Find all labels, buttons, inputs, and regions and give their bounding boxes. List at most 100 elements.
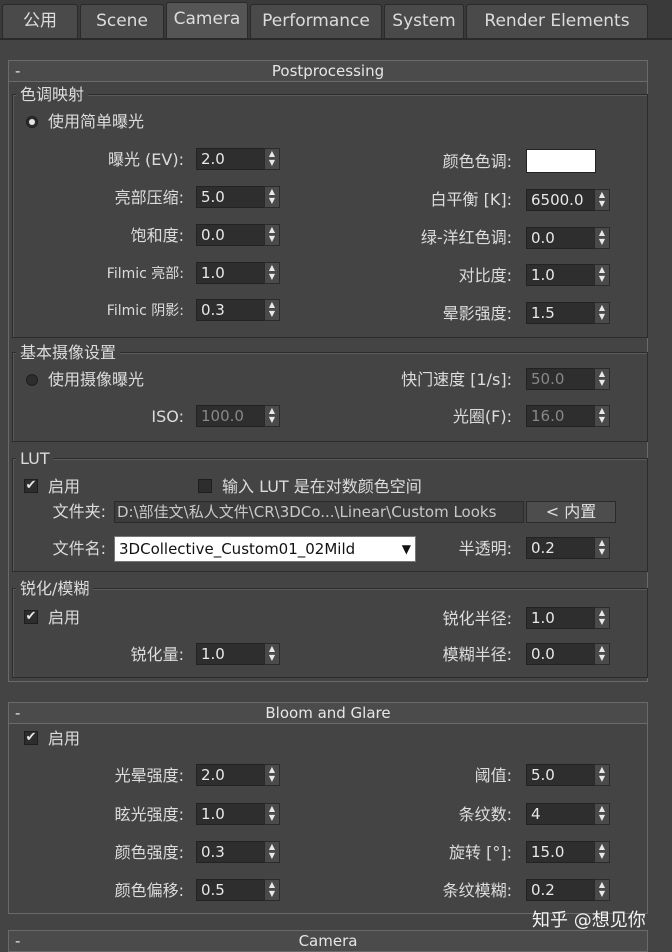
threshold-spinner[interactable]: 5.0 ▲ ▼ xyxy=(526,764,612,786)
exposure-spinner[interactable]: 2.0 ▲ ▼ xyxy=(196,148,282,170)
spinner-value[interactable]: 1.0 xyxy=(196,643,264,665)
spinner-arrows-icon[interactable]: ▲ ▼ xyxy=(594,841,610,863)
spinner-arrows-icon[interactable]: ▲ ▼ xyxy=(594,607,610,629)
spinner-arrows-icon[interactable]: ▲ ▼ xyxy=(594,264,610,286)
spinner-value[interactable]: 1.0 xyxy=(196,803,264,825)
iso-spinner[interactable]: 100.0 ▲ ▼ xyxy=(196,405,282,427)
sharpen-radius-spinner[interactable]: 1.0 ▲ ▼ xyxy=(526,607,612,629)
color-intensity-spinner[interactable]: 0.3 ▲ ▼ xyxy=(196,841,282,863)
bloom-enable-checkbox[interactable]: ✔ xyxy=(24,731,38,745)
spinner-arrows-icon[interactable]: ▲ ▼ xyxy=(594,405,610,427)
aperture-spinner[interactable]: 16.0 ▲ ▼ xyxy=(526,405,612,427)
highlight-compression-label: 亮部压缩: xyxy=(114,188,184,207)
lut-folder-path-field[interactable]: D:\部佳文\私人文件\CR\3DCo...\Linear\Custom Loo… xyxy=(114,501,524,523)
bloom-intensity-spinner[interactable]: 2.0 ▲ ▼ xyxy=(196,764,282,786)
filmic-highlights-spinner[interactable]: 1.0 ▲ ▼ xyxy=(196,262,282,284)
group-title-tone-mapping: 色调映射 xyxy=(16,86,89,104)
vignetting-spinner[interactable]: 1.5 ▲ ▼ xyxy=(526,302,612,324)
dropdown-value: 3DCollective_Custom01_02Mild xyxy=(119,540,356,558)
spinner-arrows-icon[interactable]: ▲ ▼ xyxy=(264,803,280,825)
spinner-value[interactable]: 0.0 xyxy=(196,224,264,246)
spinner-arrows-icon[interactable]: ▲ ▼ xyxy=(594,302,610,324)
sharpen-enable-label: 启用 xyxy=(48,608,81,627)
sharpen-enable-checkbox[interactable]: ✔ xyxy=(24,610,38,624)
sharpen-amount-spinner[interactable]: 1.0 ▲ ▼ xyxy=(196,643,282,665)
white-balance-spinner[interactable]: 6500.0 ▲ ▼ xyxy=(526,189,612,211)
shutter-speed-spinner[interactable]: 50.0 ▲ ▼ xyxy=(526,368,612,390)
rollout-camera-header[interactable]: - Camera xyxy=(8,930,648,952)
spinner-value[interactable]: 0.2 xyxy=(526,879,594,901)
streaks-spinner[interactable]: 4 ▲ ▼ xyxy=(526,803,612,825)
spinner-arrows-icon[interactable]: ▲ ▼ xyxy=(264,224,280,246)
spinner-arrows-icon[interactable]: ▲ ▼ xyxy=(264,262,280,284)
simple-exposure-radio[interactable] xyxy=(26,116,38,128)
lut-builtin-button[interactable]: < 内置 xyxy=(526,501,616,523)
spinner-arrows-icon[interactable]: ▲ ▼ xyxy=(594,189,610,211)
spinner-arrows-icon[interactable]: ▲ ▼ xyxy=(594,227,610,249)
color-tint-label: 颜色色调: xyxy=(442,152,512,171)
spinner-value[interactable]: 5.0 xyxy=(526,764,594,786)
spinner-value[interactable]: 100.0 xyxy=(196,405,264,427)
tab-divider xyxy=(0,38,672,40)
rollout-postprocessing-header[interactable]: - Postprocessing xyxy=(8,60,648,82)
lut-opacity-spinner[interactable]: 0.2 ▲ ▼ xyxy=(526,537,612,559)
rotation-spinner[interactable]: 15.0 ▲ ▼ xyxy=(526,841,612,863)
spinner-value[interactable]: 2.0 xyxy=(196,148,264,170)
lut-filename-dropdown[interactable]: 3DCollective_Custom01_02Mild ▼ xyxy=(114,536,416,562)
tab-camera[interactable]: Camera xyxy=(166,2,248,40)
green-magenta-spinner[interactable]: 0.0 ▲ ▼ xyxy=(526,227,612,249)
spinner-value[interactable]: 50.0 xyxy=(526,368,594,390)
rollout-bloom-header[interactable]: - Bloom and Glare xyxy=(8,702,648,724)
highlight-compression-spinner[interactable]: 5.0 ▲ ▼ xyxy=(196,186,282,208)
tab-render-elements[interactable]: Render Elements xyxy=(466,4,648,38)
spinner-value[interactable]: 6500.0 xyxy=(526,189,594,211)
lut-log-space-checkbox[interactable] xyxy=(198,479,212,493)
streak-blur-label: 条纹模糊: xyxy=(442,881,512,900)
lut-enable-checkbox[interactable]: ✔ xyxy=(24,479,38,493)
spinner-arrows-icon[interactable]: ▲ ▼ xyxy=(594,368,610,390)
spinner-arrows-icon[interactable]: ▲ ▼ xyxy=(264,405,280,427)
spinner-value[interactable]: 0.5 xyxy=(196,879,264,901)
blur-radius-spinner[interactable]: 0.0 ▲ ▼ xyxy=(526,643,612,665)
spinner-value[interactable]: 0.2 xyxy=(526,537,594,559)
spinner-arrows-icon[interactable]: ▲ ▼ xyxy=(264,148,280,170)
white-balance-label: 白平衡 [K]: xyxy=(430,190,512,209)
spinner-value[interactable]: 1.0 xyxy=(196,262,264,284)
glare-intensity-spinner[interactable]: 1.0 ▲ ▼ xyxy=(196,803,282,825)
spinner-value[interactable]: 15.0 xyxy=(526,841,594,863)
spinner-value[interactable]: 0.0 xyxy=(526,227,594,249)
spinner-arrows-icon[interactable]: ▲ ▼ xyxy=(264,186,280,208)
camera-exposure-radio[interactable] xyxy=(26,374,38,386)
spinner-arrows-icon[interactable]: ▲ ▼ xyxy=(594,537,610,559)
spinner-value[interactable]: 0.0 xyxy=(526,643,594,665)
tab-performance[interactable]: Performance xyxy=(250,4,382,38)
spinner-value[interactable]: 2.0 xyxy=(196,764,264,786)
streak-blur-spinner[interactable]: 0.2 ▲ ▼ xyxy=(526,879,612,901)
tab-scene[interactable]: Scene xyxy=(80,4,164,38)
spinner-value[interactable]: 0.3 xyxy=(196,841,264,863)
spinner-value[interactable]: 5.0 xyxy=(196,186,264,208)
color-shift-spinner[interactable]: 0.5 ▲ ▼ xyxy=(196,879,282,901)
spinner-arrows-icon[interactable]: ▲ ▼ xyxy=(264,299,280,321)
spinner-arrows-icon[interactable]: ▲ ▼ xyxy=(594,764,610,786)
spinner-arrows-icon[interactable]: ▲ ▼ xyxy=(594,803,610,825)
spinner-value[interactable]: 1.0 xyxy=(526,264,594,286)
color-tint-swatch[interactable] xyxy=(526,149,596,173)
spinner-value[interactable]: 4 xyxy=(526,803,594,825)
spinner-arrows-icon[interactable]: ▲ ▼ xyxy=(264,643,280,665)
filmic-shadows-spinner[interactable]: 0.3 ▲ ▼ xyxy=(196,299,282,321)
spinner-value[interactable]: 16.0 xyxy=(526,405,594,427)
spinner-value[interactable]: 1.5 xyxy=(526,302,594,324)
spinner-arrows-icon[interactable]: ▲ ▼ xyxy=(594,879,610,901)
contrast-label: 对比度: xyxy=(458,266,512,285)
tab-common[interactable]: 公用 xyxy=(2,4,78,38)
spinner-arrows-icon[interactable]: ▲ ▼ xyxy=(264,841,280,863)
spinner-value[interactable]: 0.3 xyxy=(196,299,264,321)
spinner-arrows-icon[interactable]: ▲ ▼ xyxy=(594,643,610,665)
contrast-spinner[interactable]: 1.0 ▲ ▼ xyxy=(526,264,612,286)
spinner-arrows-icon[interactable]: ▲ ▼ xyxy=(264,879,280,901)
spinner-value[interactable]: 1.0 xyxy=(526,607,594,629)
spinner-arrows-icon[interactable]: ▲ ▼ xyxy=(264,764,280,786)
tab-system[interactable]: System xyxy=(384,4,464,38)
saturation-spinner[interactable]: 0.0 ▲ ▼ xyxy=(196,224,282,246)
